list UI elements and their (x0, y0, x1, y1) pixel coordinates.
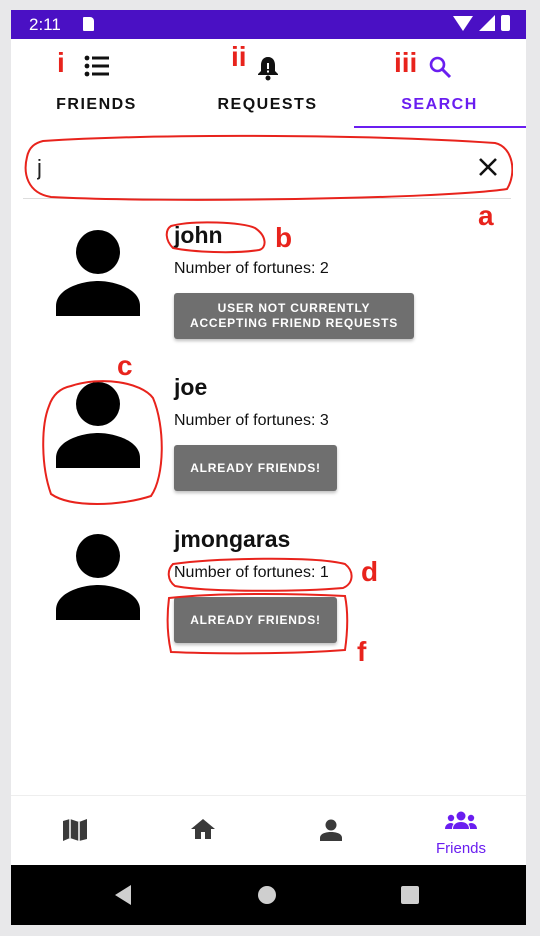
annotation-circle-name (165, 221, 266, 254)
list-item[interactable]: jmongaras Number of fortunes: 1 ALREADY … (11, 514, 526, 667)
search-bar (23, 134, 513, 201)
clear-search-button[interactable] (471, 150, 505, 184)
list-icon (84, 55, 110, 82)
nav-home[interactable] (139, 796, 267, 866)
home-button-icon[interactable] (258, 886, 276, 904)
search-icon (428, 55, 452, 84)
list-item[interactable]: john Number of fortunes: 2 USER NOT CURR… (11, 210, 526, 360)
annotation-f: f (357, 636, 367, 667)
annotation-circle-avatar (42, 380, 163, 505)
home-icon (190, 818, 216, 845)
user-name: joe (174, 374, 208, 400)
nav-friends-label: Friends (435, 840, 487, 857)
status-time: 2:11 (29, 15, 61, 34)
annotation-i: i (57, 47, 65, 78)
tab-requests[interactable]: REQUESTS (182, 39, 353, 129)
phone-screen: 2:11 FRIENDS REQUESTS SEARCH i ii iii j … (11, 10, 526, 925)
fortune-count: Number of fortunes: 2 (174, 260, 329, 277)
signal-icon (479, 15, 495, 31)
tab-requests-label: REQUESTS (217, 96, 318, 113)
nav-map[interactable] (11, 796, 139, 866)
status-icons (453, 15, 510, 31)
sd-card-icon (83, 17, 94, 31)
annotation-c: c (117, 350, 133, 381)
person-icon (319, 818, 343, 847)
close-icon (479, 158, 497, 176)
annotation-iii: iii (394, 47, 418, 78)
bottom-navigation: Friends (11, 795, 526, 866)
map-icon (62, 818, 88, 847)
annotation-b: b (275, 222, 293, 253)
search-input[interactable] (35, 150, 459, 186)
status-bar: 2:11 (11, 10, 526, 39)
annotation-circle-button (166, 593, 349, 655)
bell-icon (257, 55, 279, 86)
battery-icon (501, 15, 510, 31)
active-tab-indicator (354, 126, 526, 128)
tab-friends[interactable]: FRIENDS (11, 39, 182, 129)
friends-tab-bar: FRIENDS REQUESTS SEARCH i ii iii (11, 39, 526, 129)
tab-search[interactable]: SEARCH (354, 39, 525, 129)
fortune-count: Number of fortunes: 3 (174, 412, 329, 429)
already-friends-button[interactable]: ALREADY FRIENDS! (174, 445, 337, 491)
list-item[interactable]: joe Number of fortunes: 3 ALREADY FRIEND… (11, 350, 526, 512)
avatar (56, 534, 140, 620)
system-navigation-bar (11, 865, 526, 925)
tab-friends-label: FRIENDS (56, 96, 137, 113)
wifi-icon (453, 15, 473, 31)
friend-request-disabled-button[interactable]: USER NOT CURRENTLY ACCEPTING FRIEND REQU… (174, 293, 414, 339)
recents-icon[interactable] (401, 886, 419, 904)
annotation-circle-fortunes (167, 557, 353, 592)
back-icon[interactable] (115, 885, 131, 905)
tab-search-label: SEARCH (401, 96, 478, 113)
nav-friends[interactable]: Friends (396, 796, 526, 866)
annotation-ii: ii (231, 41, 247, 72)
nav-profile[interactable] (267, 796, 395, 866)
annotation-d: d (361, 556, 379, 587)
avatar (56, 230, 140, 316)
user-name: jmongaras (174, 526, 291, 552)
group-icon (445, 810, 477, 835)
